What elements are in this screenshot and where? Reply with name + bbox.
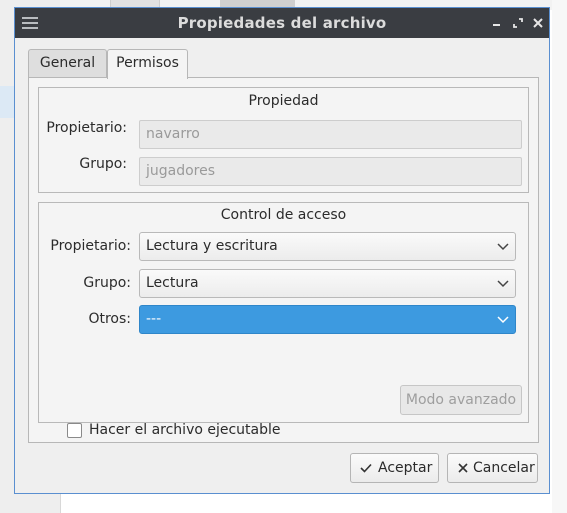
chevron-down-icon (497, 316, 509, 324)
background-selected-row (0, 86, 14, 118)
owner-access-select[interactable]: Lectura y escritura (139, 232, 516, 261)
access-control-title: Control de acceso (220, 207, 347, 223)
ok-button-label: Aceptar (378, 460, 433, 476)
executable-checkbox[interactable] (67, 423, 82, 438)
tab-general[interactable]: General (28, 49, 107, 77)
permissions-panel: Propiedad Propietario: navarro Grupo: ju… (28, 77, 539, 443)
background-right-edge (552, 0, 567, 513)
executable-label[interactable]: Hacer el archivo ejecutable (89, 422, 281, 438)
group-field: jugadores (139, 157, 522, 186)
close-icon[interactable] (529, 14, 547, 32)
chevron-down-icon (497, 243, 509, 251)
ownership-group: Propiedad Propietario: navarro Grupo: ju… (38, 87, 529, 193)
access-group-label: Grupo: (83, 275, 131, 291)
access-others-label: Otros: (88, 311, 131, 327)
group-access-value: Lectura (146, 275, 199, 291)
file-properties-dialog: Propiedades del archivo General Permisos… (14, 7, 550, 494)
cancel-button[interactable]: Cancelar (447, 453, 538, 483)
cancel-x-icon (458, 463, 468, 473)
maximize-icon[interactable] (509, 14, 527, 32)
window-title: Propiedades del archivo (177, 14, 387, 32)
ok-button[interactable]: Aceptar (350, 453, 439, 483)
group-label: Grupo: (79, 156, 127, 172)
chevron-down-icon (497, 280, 509, 288)
tab-permissions[interactable]: Permisos (107, 49, 188, 79)
cancel-button-label: Cancelar (473, 460, 535, 476)
owner-label: Propietario: (46, 120, 127, 136)
checkmark-icon (360, 463, 372, 473)
advanced-mode-button[interactable]: Modo avanzado (400, 385, 522, 415)
access-owner-label: Propietario: (50, 238, 131, 254)
owner-access-value: Lectura y escritura (146, 238, 278, 254)
ownership-group-title: Propiedad (248, 93, 319, 109)
others-access-value: --- (146, 311, 162, 327)
group-access-select[interactable]: Lectura (139, 269, 516, 298)
others-access-select[interactable]: --- (139, 305, 516, 334)
minimize-icon[interactable] (488, 14, 506, 32)
owner-field: navarro (139, 120, 522, 149)
title-bar[interactable]: Propiedades del archivo (15, 8, 549, 38)
